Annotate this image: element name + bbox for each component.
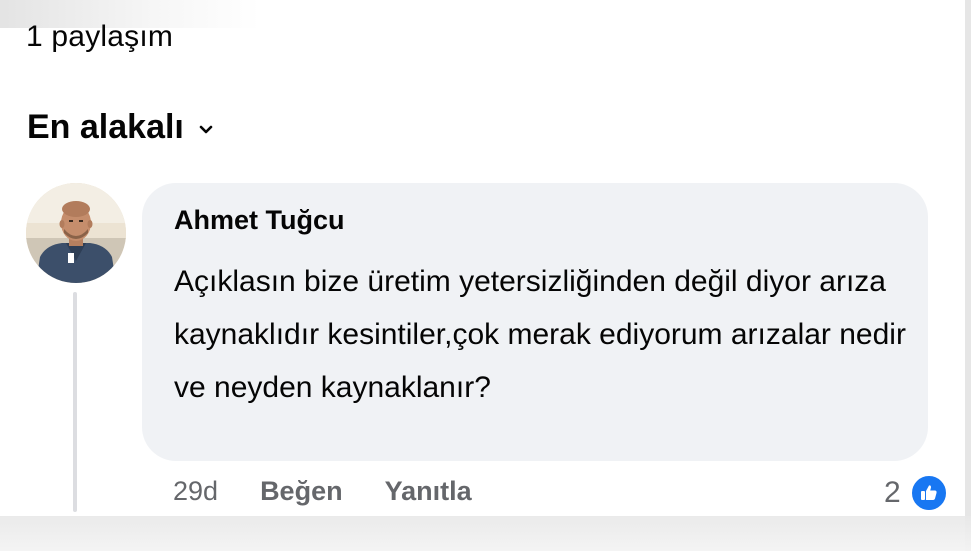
bottom-edge-shadow (0, 516, 971, 551)
reaction-count: 2 (884, 476, 901, 509)
comment-author[interactable]: Ahmet Tuğcu (174, 205, 345, 236)
avatar[interactable] (26, 183, 126, 283)
reply-button[interactable]: Yanıtla (385, 476, 472, 507)
like-button[interactable]: Beğen (260, 476, 343, 507)
sort-label: En alakalı (27, 108, 184, 146)
right-edge-shadow (965, 0, 971, 551)
comment-text: Açıklasın bize üretim yetersizliğinden d… (174, 265, 906, 404)
thread-line (73, 292, 77, 512)
comment-bubble: Ahmet Tuğcu Açıklasın bize üretim yeters… (142, 183, 928, 461)
share-count[interactable]: 1 paylaşım (26, 20, 173, 54)
comment-actions: 29d Beğen Yanıtla (173, 476, 514, 507)
sort-selector[interactable]: En alakalı (27, 108, 214, 147)
comment-timestamp[interactable]: 29d (173, 476, 218, 507)
like-icon (908, 473, 949, 513)
chevron-down-icon (198, 122, 214, 138)
reaction-summary[interactable]: 2 (884, 473, 949, 513)
